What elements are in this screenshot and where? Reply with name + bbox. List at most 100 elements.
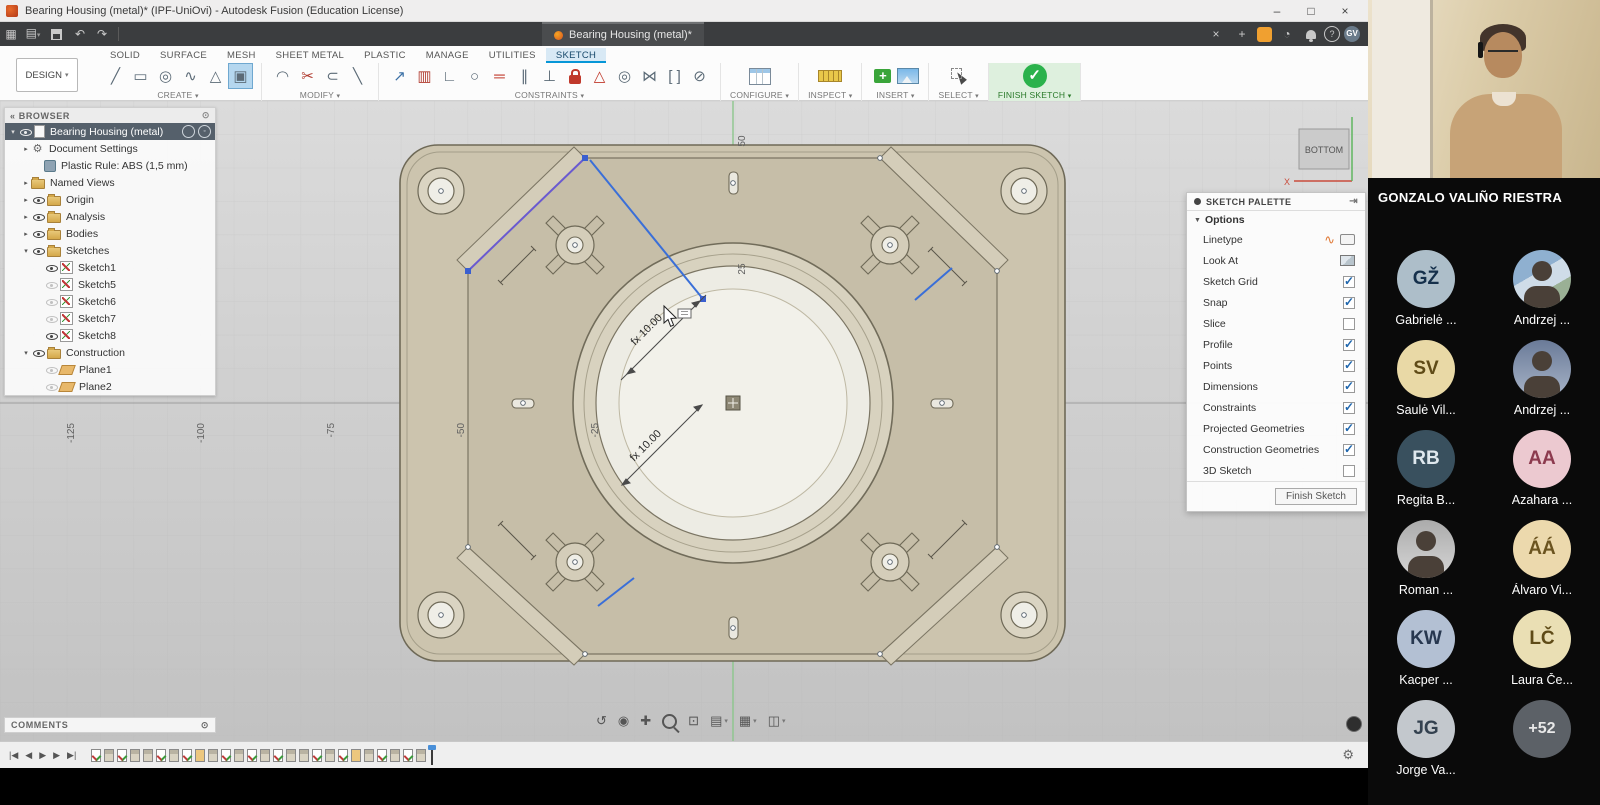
browser-row-origin[interactable]: ▸Origin	[5, 191, 215, 208]
insert-group-label[interactable]: INSERT ▾	[876, 90, 914, 100]
timeline-feature-feature[interactable]	[130, 749, 140, 762]
display-settings-icon[interactable]: ▤▾	[710, 713, 728, 729]
visibility-eye-icon[interactable]	[33, 245, 45, 256]
browser-row-construction[interactable]: ▾Construction	[5, 344, 215, 361]
participant-tile[interactable]: Roman ...	[1397, 520, 1455, 610]
visibility-eye-icon[interactable]	[33, 347, 45, 358]
finish-sketch-group-label[interactable]: FINISH SKETCH ▾	[998, 90, 1072, 100]
timeline-feature-construct[interactable]	[351, 749, 361, 762]
extend-tool-icon[interactable]: ╲	[346, 64, 369, 88]
timeline-feature-feature[interactable]	[325, 749, 335, 762]
tab-utilities[interactable]: UTILITIES	[479, 48, 546, 63]
modify-group-label[interactable]: MODIFY ▾	[300, 90, 340, 100]
expand-arrow-icon[interactable]: ▸	[21, 179, 31, 187]
notifications-bell-icon[interactable]	[1306, 30, 1316, 39]
timeline-feature-feature[interactable]	[299, 749, 309, 762]
speaker-video-tile[interactable]	[1368, 0, 1600, 178]
help-icon[interactable]: ?	[1324, 26, 1340, 42]
look-at-icon[interactable]: ◉	[618, 713, 629, 729]
projected-geometries-checkbox[interactable]	[1343, 423, 1355, 435]
sketch-grid-checkbox[interactable]	[1343, 276, 1355, 288]
timeline-feature-sketch[interactable]	[117, 749, 127, 762]
configure-table-tool-icon[interactable]	[748, 64, 771, 88]
focus-icon[interactable]: ◦	[198, 125, 211, 138]
comments-bar[interactable]: COMMENTS ⊙	[4, 717, 216, 733]
browser-row-plane2[interactable]: Plane2	[5, 378, 215, 395]
timeline-feature-construct[interactable]	[195, 749, 205, 762]
circular-pattern-tool-icon[interactable]: ○	[463, 64, 486, 88]
timeline-end-button[interactable]: ▶|	[67, 750, 76, 761]
tab-plastic[interactable]: PLASTIC	[354, 48, 416, 63]
tangent-constraint-icon[interactable]: ⊘	[688, 64, 711, 88]
assistant-icon[interactable]	[1346, 716, 1362, 732]
collapse-arrow-icon[interactable]: «	[10, 111, 16, 121]
points-checkbox[interactable]	[1343, 360, 1355, 372]
select-tool-icon[interactable]	[947, 64, 970, 88]
tab-sheet-metal[interactable]: SHEET METAL	[266, 48, 354, 63]
expand-arrow-icon[interactable]: ▾	[21, 247, 31, 255]
polygon-tool-icon[interactable]: △	[204, 64, 227, 88]
close-button[interactable]: ×	[1328, 4, 1362, 18]
visibility-eye-icon[interactable]	[33, 211, 45, 222]
visibility-eye-icon[interactable]	[20, 126, 32, 137]
inspect-group-label[interactable]: INSPECT ▾	[808, 90, 852, 100]
timeline-feature-feature[interactable]	[260, 749, 270, 762]
file-menu-icon[interactable]: ▤▾	[22, 21, 44, 48]
tab-mesh[interactable]: MESH	[217, 48, 266, 63]
visibility-eye-icon[interactable]	[33, 194, 45, 205]
job-status-icon[interactable]	[1257, 27, 1272, 42]
undo-icon[interactable]: ↶	[69, 22, 91, 46]
data-panel-icon[interactable]: ▦	[0, 22, 22, 46]
comments-options-icon[interactable]: ⊙	[201, 720, 209, 731]
timeline-feature-sketch[interactable]	[273, 749, 283, 762]
bearing-housing-model[interactable]	[400, 145, 1065, 665]
palette-options-section[interactable]: ▼ Options	[1187, 211, 1365, 229]
browser-row-sketch5[interactable]: Sketch5	[5, 276, 215, 293]
expand-arrow-icon[interactable]: ▸	[21, 230, 31, 238]
equal-constraint-icon[interactable]: [ ]	[663, 64, 686, 88]
sketch-dimension-tool-icon[interactable]: ↗	[388, 64, 411, 88]
create-group-label[interactable]: CREATE ▾	[157, 90, 198, 100]
user-avatar[interactable]: GV	[1344, 26, 1360, 42]
timeline-marker[interactable]	[431, 746, 433, 765]
browser-row-sketch1[interactable]: Sketch1	[5, 259, 215, 276]
participant-tile[interactable]: GŽGabrielė ...	[1395, 250, 1456, 340]
finish-sketch-button[interactable]: Finish Sketch	[1275, 488, 1357, 505]
design-workspace-selector[interactable]: DESIGN ▾	[16, 58, 78, 92]
parallel-constraint-icon[interactable]: ∥	[513, 64, 536, 88]
browser-row-sketch8[interactable]: Sketch8	[5, 327, 215, 344]
timeline-step-back-button[interactable]: ◀	[25, 750, 32, 761]
constraints-checkbox[interactable]	[1343, 402, 1355, 414]
fillet-tool-icon[interactable]: ◠	[271, 64, 294, 88]
close-document-icon[interactable]: ×	[1205, 22, 1227, 46]
browser-row-sketches[interactable]: ▾Sketches	[5, 242, 215, 259]
tab-surface[interactable]: SURFACE	[150, 48, 217, 63]
browser-row-sketch6[interactable]: Sketch6	[5, 293, 215, 310]
tab-sketch[interactable]: SKETCH	[546, 48, 606, 63]
configure-group-label[interactable]: CONFIGURE ▾	[730, 90, 789, 100]
constraints-group-label[interactable]: CONSTRAINTS ▾	[515, 90, 584, 100]
project-tool-icon[interactable]: ∟	[438, 64, 461, 88]
browser-row-bodies[interactable]: ▸Bodies	[5, 225, 215, 242]
extensions-clock-icon[interactable]: ◔	[1276, 22, 1298, 46]
visibility-eye-icon[interactable]	[46, 381, 58, 392]
browser-header[interactable]: « BROWSER ⊙	[5, 108, 215, 123]
slice-checkbox[interactable]	[1343, 318, 1355, 330]
timeline-feature-sketch[interactable]	[156, 749, 166, 762]
timeline-feature-sketch[interactable]	[91, 749, 101, 762]
document-tab[interactable]: Bearing Housing (metal)*	[542, 22, 704, 46]
perpendicular-constraint-icon[interactable]: ⊥	[538, 64, 561, 88]
participant-tile[interactable]: ÁÁÁlvaro Vi...	[1512, 520, 1572, 610]
timeline-start-button[interactable]: |◀	[9, 750, 18, 761]
viewports-icon[interactable]: ◫▾	[768, 713, 786, 729]
minimize-button[interactable]: –	[1260, 4, 1294, 18]
concentric-constraint-icon[interactable]: ◎	[613, 64, 636, 88]
snap-checkbox[interactable]	[1343, 297, 1355, 309]
palette-dock-icon[interactable]: ⇥	[1349, 196, 1358, 207]
expand-arrow-icon[interactable]: ▾	[8, 128, 18, 136]
rectangular-pattern-tool-icon[interactable]: ▥	[413, 64, 436, 88]
search-icon[interactable]	[182, 125, 195, 138]
tab-manage[interactable]: MANAGE	[416, 48, 479, 63]
fix-constraint-icon[interactable]: △	[588, 64, 611, 88]
timeline-feature-sketch[interactable]	[221, 749, 231, 762]
